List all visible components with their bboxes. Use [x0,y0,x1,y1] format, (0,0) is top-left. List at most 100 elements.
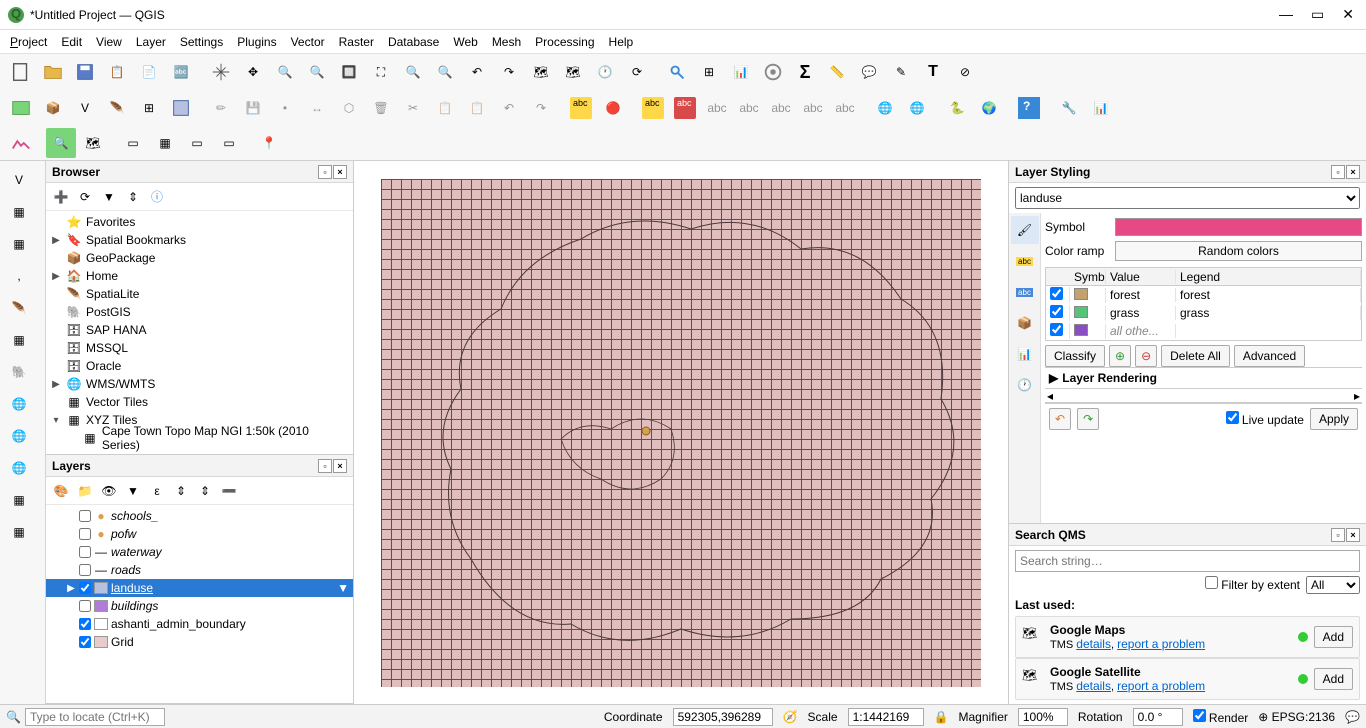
measure-icon[interactable]: 📏 [822,57,852,87]
label-icon[interactable]: abc [566,93,596,123]
annotation-icon[interactable]: ✎ [886,57,916,87]
menu-view[interactable]: View [96,35,122,49]
new-project-icon[interactable] [6,57,36,87]
style-manager-icon[interactable]: 🔤 [166,57,196,87]
open-data-source-icon[interactable] [6,93,36,123]
temporal-icon[interactable]: 🕐 [590,57,620,87]
change-label-icon[interactable]: abc [830,93,860,123]
render-checkbox[interactable]: Render [1193,709,1249,725]
locator-input[interactable] [25,708,165,726]
show-label-icon[interactable]: abc [734,93,764,123]
browser-item[interactable]: ⭐Favorites [46,213,353,231]
add-wfs-icon[interactable]: 🌐 [2,453,36,483]
crs-button[interactable]: ⊕ EPSG:2136 [1258,710,1335,724]
maximize-button[interactable]: ▭ [1311,6,1324,23]
undo-icon[interactable]: ↶ [494,93,524,123]
add-wcs-icon[interactable]: 🌐 [2,421,36,451]
browser-undock-icon[interactable]: ▫ [318,165,332,179]
zoom-next-icon[interactable]: ↷ [494,57,524,87]
browser-item[interactable]: ▶🏠Home [46,267,353,285]
qms-search-input[interactable] [1015,550,1360,572]
browser-item[interactable]: 🗄SAP HANA [46,321,353,339]
menu-edit[interactable]: Edit [61,35,82,49]
add-postgis-icon[interactable]: 🐘 [2,357,36,387]
add-group-icon[interactable]: 📁 [76,482,94,500]
messages-icon[interactable]: 💬 [1345,710,1360,724]
browser-close-icon[interactable]: × [333,165,347,179]
remove-layer-icon[interactable]: ➖ [220,482,238,500]
copy-icon[interactable]: 📋 [430,93,460,123]
layer-style-icon[interactable]: 🎨 [52,482,70,500]
osm-icon[interactable]: 🗺 [78,128,108,158]
menu-database[interactable]: Database [388,35,439,49]
new-shapefile-icon[interactable]: V [70,93,100,123]
delete-all-button[interactable]: Delete All [1161,345,1230,367]
plugin2-icon[interactable]: 📊 [1086,93,1116,123]
menu-plugins[interactable]: Plugins [237,35,276,49]
undo-style-button[interactable]: ↶ [1049,408,1071,430]
statistics-icon[interactable]: Σ [790,57,820,87]
add-wms-icon[interactable]: 🌐 [2,389,36,419]
field-calc-icon[interactable]: 📊 [726,57,756,87]
filter-browser-icon[interactable]: ▼ [100,188,118,206]
paste-icon[interactable]: 📋 [462,93,492,123]
deselect-icon[interactable]: ▭ [182,128,212,158]
browser-item[interactable]: ▦Vector Tiles [46,393,353,411]
layer-item[interactable]: —roads [46,561,353,579]
add-mesh-icon[interactable]: ▦ [2,229,36,259]
masks-tab-icon[interactable]: abc [1011,278,1039,306]
label-tool-icon[interactable]: abc [638,93,668,123]
save-project-icon[interactable] [70,57,100,87]
new-map-view-icon[interactable]: 🗺 [526,57,556,87]
lock-scale-icon[interactable]: 🔒 [934,710,949,724]
new-memory-icon[interactable] [166,93,196,123]
select-all-icon[interactable]: ▦ [150,128,180,158]
layer-item[interactable]: Grid [46,633,353,651]
symbology-tab-icon[interactable]: 🖌 [1011,216,1039,244]
node-tool-icon[interactable]: ⬡ [334,93,364,123]
help-icon[interactable]: ? [1014,93,1044,123]
coord-input[interactable] [673,708,773,726]
redo-icon[interactable]: ↷ [526,93,556,123]
add-vector-icon[interactable]: V [2,165,36,195]
qms-filter-select[interactable]: All [1306,576,1360,594]
scale-input[interactable] [848,708,924,726]
new-virtual-icon[interactable]: ⊞ [134,93,164,123]
location-icon[interactable]: 📍 [254,128,284,158]
add-delimited-icon[interactable]: , [2,261,36,291]
diagram-icon[interactable]: 🔴 [598,93,628,123]
add-xyz-icon[interactable]: ▦ [2,485,36,515]
menu-processing[interactable]: Processing [535,35,594,49]
qms-undock-icon[interactable]: ▫ [1331,528,1345,542]
new-geopackage-icon[interactable]: 📦 [38,93,68,123]
zoom-last-icon[interactable]: ↶ [462,57,492,87]
browser-item[interactable]: 🗄MSSQL [46,339,353,357]
delete-selected-icon[interactable]: 🗑 [366,93,396,123]
zoom-layer-icon[interactable]: 🔍 [430,57,460,87]
pan-icon[interactable] [206,57,236,87]
styling-layer-select[interactable]: landuse [1015,187,1360,209]
quick-osm-icon[interactable]: 🔍 [46,128,76,158]
diagrams-tab-icon[interactable]: 📊 [1011,340,1039,368]
layer-item[interactable]: buildings [46,597,353,615]
symbol-color-button[interactable] [1115,218,1362,236]
expand-all-icon[interactable]: ⇕ [172,482,190,500]
add-feature-icon[interactable]: • [270,93,300,123]
styling-close-icon[interactable]: × [1346,165,1360,179]
browser-item[interactable]: ▦Cape Town Topo Map NGI 1:50k (2010 Seri… [46,429,353,447]
browser-item[interactable]: 🐘PostGIS [46,303,353,321]
highlight-label-icon[interactable]: abc [670,93,700,123]
rotate-label-icon[interactable]: abc [798,93,828,123]
add-vtile-icon[interactable]: ▦ [2,517,36,547]
qms-close-icon[interactable]: × [1346,528,1360,542]
classify-button[interactable]: Classify [1045,345,1105,367]
qms-search-icon[interactable]: 🌐 [902,93,932,123]
add-virtual-icon[interactable]: ▦ [2,325,36,355]
add-layer-icon[interactable]: ➕ [52,188,70,206]
filter-extent-checkbox[interactable]: Filter by extent [1205,576,1300,594]
text-annotation-icon[interactable]: T [918,57,948,87]
zoom-full-icon[interactable]: ⛶ [366,57,396,87]
layers-undock-icon[interactable]: ▫ [318,459,332,473]
qms-add-button[interactable]: Add [1314,626,1353,648]
layer-item[interactable]: ●schools_ [46,507,353,525]
